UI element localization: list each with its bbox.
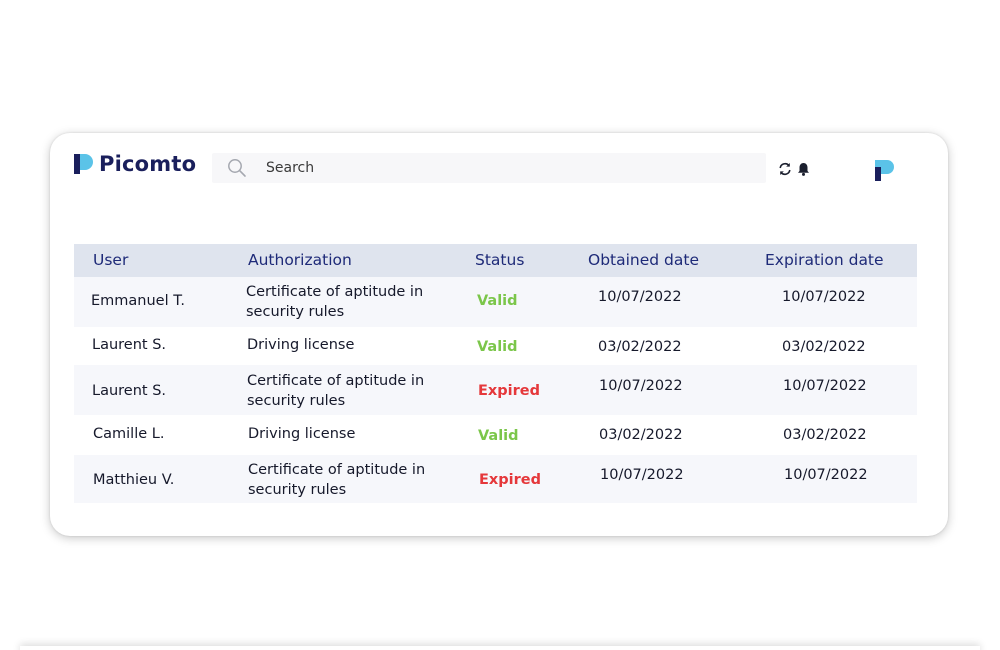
search-icon[interactable]	[226, 157, 248, 179]
cell-obtained-date: 10/07/2022	[599, 378, 683, 394]
column-header-status[interactable]: Status	[475, 244, 524, 277]
cell-expiration-date: 10/07/2022	[783, 378, 867, 394]
cell-authorization: Certificate of aptitude in security rule…	[247, 373, 425, 409]
column-header-user[interactable]: User	[93, 244, 128, 277]
brand-logo[interactable]: Picomto	[74, 151, 196, 177]
status-badge: Expired	[478, 383, 540, 399]
brand-name: Picomto	[99, 152, 197, 176]
cell-obtained-date: 03/02/2022	[598, 339, 682, 355]
cell-user: Camille L.	[93, 426, 165, 442]
refresh-icon[interactable]	[778, 162, 792, 176]
column-header-authorization[interactable]: Authorization	[248, 244, 352, 277]
picomto-logo-icon	[74, 154, 93, 174]
authorizations-table: User Authorization Status Obtained date …	[74, 244, 917, 503]
cell-user: Laurent S.	[92, 337, 167, 353]
cell-authorization: Driving license	[248, 426, 356, 442]
stage: Picomto Search User Authorization Status…	[0, 0, 1000, 650]
cell-user: Matthieu V.	[93, 472, 175, 488]
bell-icon[interactable]	[797, 162, 810, 176]
cell-user: Emmanuel T.	[91, 293, 185, 309]
cell-expiration-date: 03/02/2022	[782, 339, 866, 355]
search-input[interactable]	[266, 160, 686, 176]
cell-authorization: Certificate of aptitude in security rule…	[246, 284, 424, 320]
status-badge: Valid	[477, 293, 518, 309]
cell-expiration-date: 03/02/2022	[783, 427, 867, 443]
cell-obtained-date: 03/02/2022	[599, 427, 683, 443]
column-header-obtained-date[interactable]: Obtained date	[588, 244, 699, 277]
cell-obtained-date: 10/07/2022	[598, 289, 682, 305]
status-badge: Valid	[477, 339, 518, 355]
cell-expiration-date: 10/07/2022	[784, 467, 868, 483]
app-window: Picomto Search User Authorization Status…	[50, 133, 948, 536]
column-header-expiration-date[interactable]: Expiration date	[765, 244, 884, 277]
table-row[interactable]: Laurent S. Driving license Valid 03/02/2…	[74, 327, 917, 365]
table-row[interactable]: Matthieu V. Certificate of aptitude in s…	[74, 455, 917, 503]
table-row[interactable]: Laurent S. Certificate of aptitude in se…	[74, 365, 917, 415]
avatar[interactable]	[874, 160, 896, 182]
table-row[interactable]: Emmanuel T. Certificate of aptitude in s…	[74, 277, 917, 327]
cell-expiration-date: 10/07/2022	[782, 289, 866, 305]
status-badge: Expired	[479, 472, 541, 488]
table-header: User Authorization Status Obtained date …	[74, 244, 917, 277]
next-card-edge	[20, 646, 980, 650]
table-row[interactable]: Camille L. Driving license Valid 03/02/2…	[74, 415, 917, 455]
search-bar[interactable]	[212, 153, 766, 183]
cell-obtained-date: 10/07/2022	[600, 467, 684, 483]
status-badge: Valid	[478, 428, 519, 444]
cell-authorization: Driving license	[247, 337, 355, 353]
cell-user: Laurent S.	[92, 383, 167, 399]
cell-authorization: Certificate of aptitude in security rule…	[248, 462, 426, 498]
